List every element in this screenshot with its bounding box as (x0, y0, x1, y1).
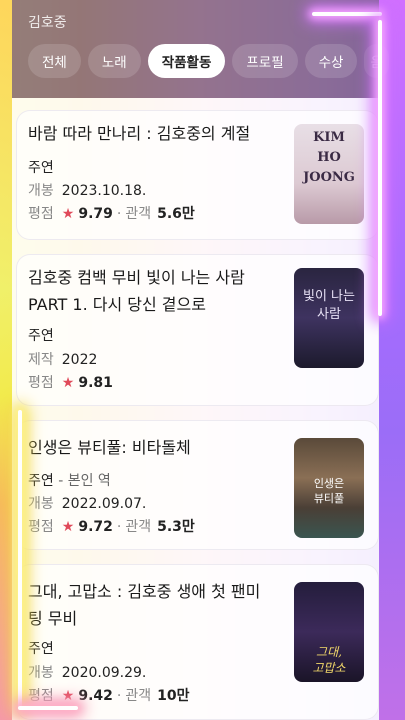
work-title[interactable]: 그대, 고맙소 : 김호중 생애 첫 팬미팅 무비 (28, 578, 266, 632)
star-icon: ★ (61, 206, 75, 222)
neon-frame-left (18, 410, 22, 710)
work-poster[interactable]: 그대, 고맙소 (294, 582, 364, 682)
work-poster[interactable]: 인생은 뷰티풀 (294, 438, 364, 538)
star-icon: ★ (61, 688, 75, 704)
work-role: 주연 - 본인 역 (28, 473, 111, 489)
work-release: 개봉 2023.10.18. (28, 183, 147, 199)
star-icon: ★ (61, 519, 75, 535)
neon-frame-right (378, 20, 382, 316)
star-icon: ★ (61, 375, 75, 391)
neon-frame-top (312, 12, 382, 16)
tab-songs[interactable]: 노래 (87, 44, 141, 78)
work-role: 주연 (28, 328, 54, 344)
work-production: 제작 2022 (28, 352, 98, 368)
work-release: 개봉 2022.09.07. (28, 496, 147, 512)
work-title[interactable]: 김호중 컴백 무비 빛이 나는 사람 PART 1. 다시 당신 곁으로 (28, 264, 266, 318)
work-title[interactable]: 인생은 뷰티풀: 비타돌체 (28, 434, 266, 461)
tab-awards[interactable]: 수상 (304, 44, 358, 78)
work-title[interactable]: 바람 따라 만나리 : 김호중의 계절 (28, 120, 266, 147)
tab-all[interactable]: 전체 (28, 44, 81, 78)
work-poster[interactable]: 빛이 나는 사람 (294, 268, 364, 368)
work-role: 주연 (28, 641, 54, 657)
neon-frame-bottom (18, 706, 78, 710)
work-rating: 평점 ★ 9.81 (28, 375, 113, 391)
work-role: 주연 (28, 160, 54, 176)
work-poster[interactable]: KIM HO JOONG (294, 124, 364, 224)
background-glow-right (379, 0, 405, 720)
work-release: 개봉 2020.09.29. (28, 665, 147, 681)
tab-more[interactable]: 음 (364, 44, 389, 78)
work-rating: 평점 ★ 9.42 · 관객 10만 (28, 688, 190, 704)
work-rating: 평점 ★ 9.79 · 관객 5.6만 (28, 206, 195, 222)
tab-profile[interactable]: 프로필 (232, 44, 298, 78)
query-title: 김호중 (28, 15, 67, 31)
tab-works[interactable]: 작품활동 (147, 44, 226, 78)
tab-bar: 전체 노래 작품활동 프로필 수상 음 (28, 44, 389, 78)
work-rating: 평점 ★ 9.72 · 관객 5.3만 (28, 519, 195, 535)
